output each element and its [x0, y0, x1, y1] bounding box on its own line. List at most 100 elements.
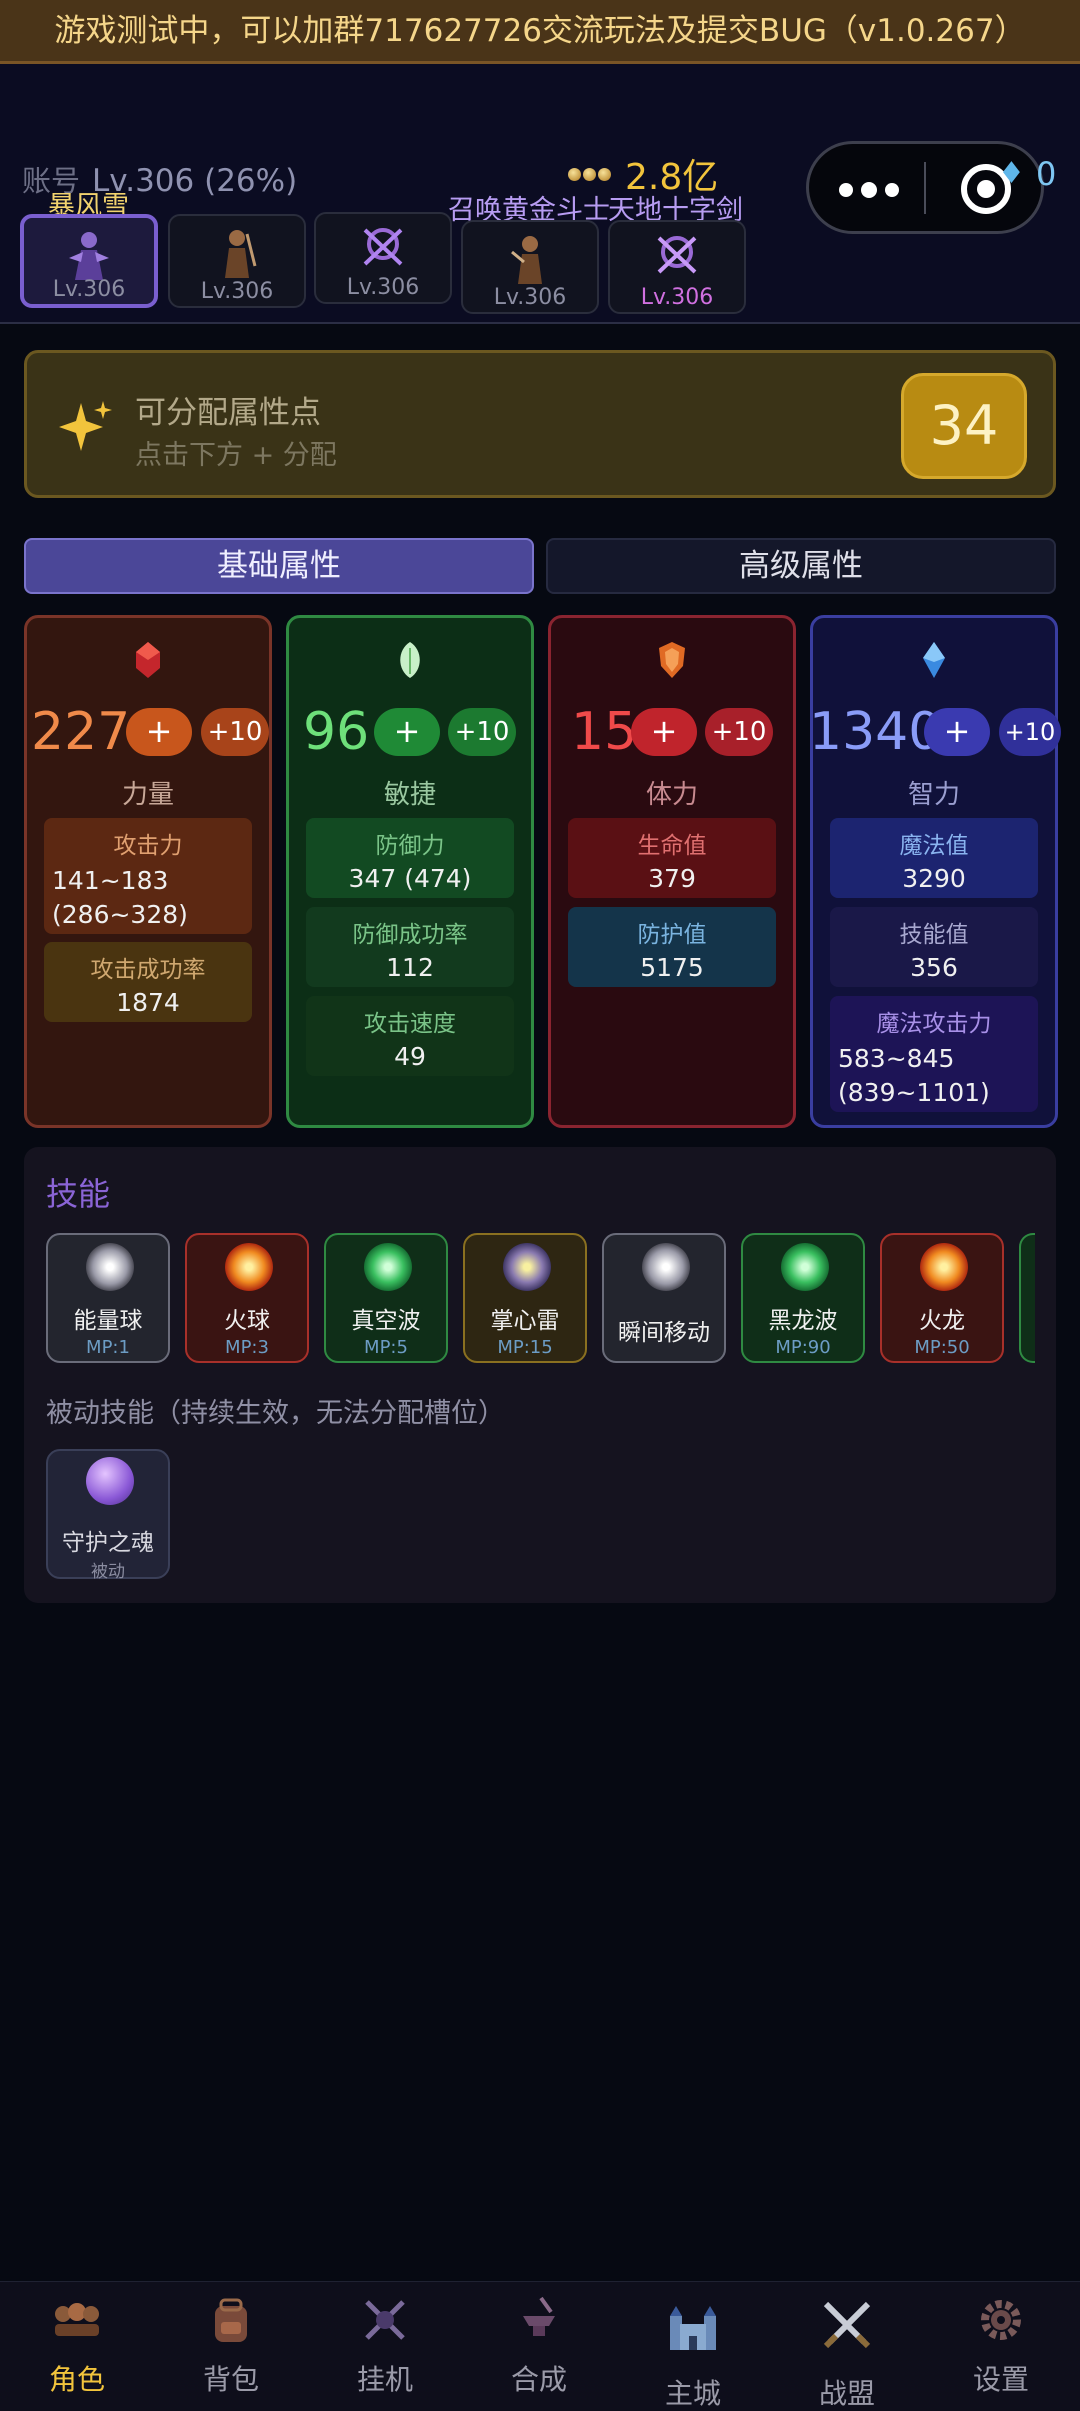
- tab-advanced-attributes[interactable]: 高级属性: [546, 538, 1056, 594]
- coin-icon: [568, 167, 613, 181]
- vacuum-wave-icon: [364, 1243, 412, 1291]
- strength-plus-button[interactable]: +: [126, 708, 192, 756]
- armor-box: 防护值 5175: [568, 907, 776, 987]
- diamond-count: 0: [1036, 155, 1057, 193]
- attack-power-label: 攻击力: [113, 833, 183, 859]
- character-level: Lv.306: [640, 285, 714, 310]
- capsule-divider: [924, 162, 926, 214]
- hp-label: 生命值: [637, 833, 707, 859]
- nav-character[interactable]: 角色: [0, 2282, 154, 2411]
- mage-portrait-icon: [363, 228, 403, 266]
- sparkle-icon: [59, 401, 112, 451]
- vitality-label: 体力: [645, 780, 698, 810]
- castle-icon: [670, 2306, 716, 2350]
- character-level: Lv.306: [493, 285, 567, 310]
- skill-mp: MP:1: [86, 1337, 130, 1358]
- skill-fire-dragon[interactable]: 火龙 MP:50: [880, 1233, 1004, 1363]
- skill-fireball[interactable]: 火球 MP:3: [185, 1233, 309, 1363]
- mana-label: 魔法值: [899, 833, 969, 859]
- skill-name: 火龙: [919, 1308, 965, 1334]
- skill-value-label: 技能值: [899, 922, 969, 948]
- skill-energy-ball[interactable]: 能量球 MP:1: [46, 1233, 170, 1363]
- skill-palm-thunder[interactable]: 掌心雷 MP:15: [463, 1233, 587, 1363]
- nav-main-city[interactable]: 主城: [616, 2282, 770, 2411]
- character-slot-2[interactable]: Lv.306: [168, 214, 306, 308]
- skill-name: 黑龙波: [768, 1308, 838, 1334]
- nav-settings[interactable]: 设置: [924, 2282, 1078, 2411]
- nav-label: 设置: [972, 2363, 1029, 2396]
- bottom-nav: 角色 背包 挂机 合成 主城 战盟 设置: [0, 2281, 1080, 2411]
- character-slot-3[interactable]: Lv.306: [314, 212, 452, 304]
- skill-name: 能量球: [73, 1308, 143, 1334]
- attack-speed-label: 攻击速度: [364, 1011, 456, 1037]
- mana-box: 魔法值 3290: [830, 818, 1038, 898]
- character-slot-4[interactable]: Lv.306: [461, 220, 599, 314]
- passive-tag: 被动: [91, 1562, 125, 1582]
- vitality-value: 15: [571, 702, 638, 762]
- nav-label: 角色: [48, 2363, 105, 2396]
- skill-vacuum-wave[interactable]: 真空波 MP:5: [324, 1233, 448, 1363]
- vitality-plus10-button[interactable]: +10: [705, 708, 773, 756]
- character-level: Lv.306: [52, 277, 126, 302]
- agility-plus-button[interactable]: +: [374, 708, 440, 756]
- skill-partial-next[interactable]: [1019, 1233, 1035, 1363]
- dark-lord-portrait-icon: [657, 236, 697, 274]
- attack-rate-box: 攻击成功率 1874: [44, 942, 252, 1022]
- attack-rate-label: 攻击成功率: [90, 957, 206, 983]
- character-level: Lv.306: [200, 279, 274, 304]
- defense-rate-box: 防御成功率 112: [306, 907, 514, 987]
- character-slot-1[interactable]: Lv.306: [20, 214, 158, 308]
- skills-title: 技能: [46, 1175, 111, 1213]
- attack-power-value: 141~183: [52, 866, 169, 895]
- passive-skills-title: 被动技能（持续生效，无法分配槽位）: [46, 1398, 505, 1429]
- attack-power-value-buffed: (286~328): [52, 900, 188, 929]
- lightning-icon: [503, 1243, 551, 1291]
- agility-card: 96 + +10 敏捷 防御力 347 (474) 防御成功率 112 攻击速度…: [286, 615, 534, 1128]
- nav-label: 战盟: [818, 2377, 875, 2410]
- strength-card: 227 + +10 力量 攻击力 141~183 (286~328) 攻击成功率…: [24, 615, 272, 1128]
- diamond-icon: ♦: [998, 156, 1025, 191]
- intelligence-value: 1340: [809, 702, 942, 762]
- orange-shield-icon: [659, 642, 685, 678]
- skill-black-dragon-wave[interactable]: 黑龙波 MP:90: [741, 1233, 865, 1363]
- nav-alliance[interactable]: 战盟: [770, 2282, 924, 2411]
- agility-label: 敏捷: [383, 780, 436, 810]
- passive-skill-guardian-soul[interactable]: 守护之魂 被动: [46, 1449, 170, 1582]
- idle-icon: [365, 2300, 405, 2340]
- skill-mp: MP:5: [364, 1337, 408, 1358]
- skill-name: 真空波: [351, 1308, 421, 1334]
- teleport-icon: [642, 1243, 690, 1291]
- attack-rate-value: 1874: [116, 988, 180, 1017]
- crossed-swords-icon: [823, 2301, 871, 2349]
- nav-idle[interactable]: 挂机: [308, 2282, 462, 2411]
- heroes-icon: [55, 2303, 99, 2336]
- agility-plus10-button[interactable]: +10: [448, 708, 516, 756]
- intelligence-plus10-button[interactable]: +10: [999, 708, 1061, 756]
- strength-label: 力量: [121, 780, 174, 810]
- nav-craft[interactable]: 合成: [462, 2282, 616, 2411]
- magic-attack-value: 583~845: [838, 1044, 955, 1073]
- defense-rate-label: 防御成功率: [352, 922, 468, 948]
- skill-name: 火球: [224, 1308, 270, 1334]
- red-gem-icon: [136, 642, 160, 678]
- agility-value: 96: [303, 702, 370, 762]
- character-level: Lv.306: [346, 275, 420, 300]
- hp-value: 379: [648, 864, 696, 893]
- skill-mp: MP:90: [775, 1337, 831, 1358]
- intelligence-card: 1340 + +10 智力 魔法值 3290 技能值 356 魔法攻击力 583…: [809, 615, 1061, 1128]
- gear-icon: [981, 2300, 1021, 2340]
- points-title: 可分配属性点: [135, 395, 321, 431]
- points-hint: 点击下方 + 分配: [135, 440, 337, 471]
- defense-value: 347 (474): [348, 864, 472, 893]
- character-slot-5[interactable]: Lv.306: [608, 220, 746, 314]
- tab-basic-attributes[interactable]: 基础属性: [24, 538, 534, 594]
- more-icon[interactable]: [839, 174, 899, 204]
- skill-teleport[interactable]: 瞬间移动: [602, 1233, 726, 1363]
- strength-plus10-button[interactable]: +10: [201, 708, 269, 756]
- intelligence-label: 智力: [907, 780, 960, 810]
- dragon-wave-icon: [781, 1243, 829, 1291]
- nav-backpack[interactable]: 背包: [154, 2282, 308, 2411]
- vitality-plus-button[interactable]: +: [631, 708, 697, 756]
- skill-value-box: 技能值 356: [830, 907, 1038, 987]
- intelligence-plus-button[interactable]: +: [924, 708, 990, 756]
